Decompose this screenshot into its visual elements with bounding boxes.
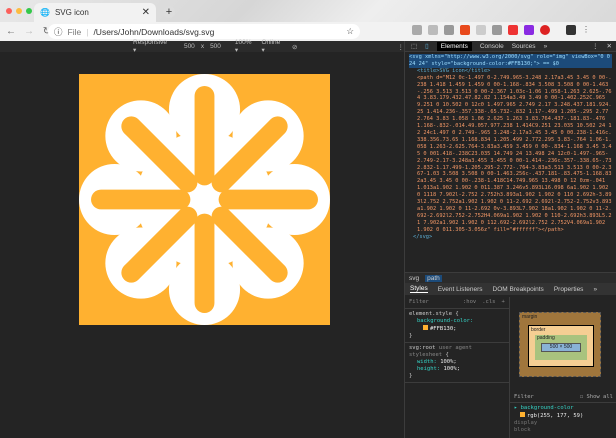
rule-value: 100%; [443,366,461,372]
rule-property: height: [417,366,441,372]
box-model: margin border padding 500 × 500 [519,312,601,377]
color-swatch[interactable] [423,325,428,330]
maximize-window-button[interactable] [26,8,32,14]
svg-canvas [79,74,330,325]
computed-value: rgb(255, 177, 59) [527,413,584,419]
svg-close-node: </svg> [413,233,433,240]
styles-filter-input[interactable]: Filter [409,299,457,306]
computed-filter-input[interactable]: Filter [514,394,534,401]
globe-icon: 🌐 [40,8,50,17]
tab-event-listeners[interactable]: Event Listeners [438,286,483,293]
color-swatch [520,412,525,417]
device-select[interactable]: Responsive ▾ [133,39,170,54]
extension-icon[interactable] [508,25,518,35]
rule-selector: element.style { [409,311,459,317]
breadcrumb-path[interactable]: path [425,274,442,282]
close-devtools-icon[interactable]: ✕ [607,42,612,50]
device-toolbar: Responsive ▾ 500 x 500 100% ▾ Online ▾ ⊘… [0,39,404,54]
content-size: 500 × 500 [541,343,581,352]
rule-value[interactable]: #FFB130; [430,326,457,332]
ua-rule: svg:root user agent stylesheet { width: … [405,343,509,383]
device-icon[interactable]: ▯ [425,42,429,50]
close-window-button[interactable] [6,8,12,14]
close-tab-icon[interactable]: ✕ [142,7,150,18]
profile-avatar[interactable] [566,25,576,35]
tab-sources[interactable]: Sources [512,43,536,50]
rule-value: 100%; [440,359,457,365]
breadcrumb-svg[interactable]: svg [409,275,419,282]
extensions: ⋮ [412,25,590,35]
computed-property[interactable]: background-color [521,405,574,411]
star-icon[interactable]: ☆ [346,26,354,37]
back-icon[interactable]: ← [4,26,18,37]
menu-icon[interactable]: ⋮ [582,25,590,35]
more-subtabs[interactable]: » [593,286,597,293]
extension-icon[interactable] [476,25,486,35]
extension-icon[interactable] [492,25,502,35]
tab-properties[interactable]: Properties [554,286,584,293]
rule-open: { [445,352,449,358]
minimize-window-button[interactable] [16,8,22,14]
url-text: /Users/John/Downloads/svg.svg [93,26,215,37]
forward-icon[interactable]: → [22,26,36,37]
new-tab-button[interactable]: + [163,6,175,18]
tab-bar: 🌐 SVG icon ✕ + [0,0,616,22]
rule-close: } [409,373,413,379]
extension-icon[interactable] [412,25,422,35]
new-rule-button[interactable]: + [502,299,505,306]
flower-icon [79,74,330,325]
tab-title: SVG icon [54,8,89,17]
element-style-rule: element.style { background-color: #FFB13… [405,309,509,343]
address-bar-row: ← → ↻ ⓘ File | /Users/John/Downloads/svg… [0,22,616,41]
dom-tree: <svg xmlns="http://www.w3.org/2000/svg" … [405,52,616,272]
extension-icon[interactable] [444,25,454,35]
tab-styles[interactable]: Styles [410,285,428,293]
computed-property: display [514,420,538,426]
breadcrumb: svg path [405,272,616,283]
browser-tab[interactable]: 🌐 SVG icon ✕ [34,3,156,22]
more-tabs[interactable]: » [544,43,548,50]
tab-elements[interactable]: Elements [436,41,472,51]
styles-pane: Filter :hov .cls + element.style { backg… [405,297,510,438]
rotate-icon[interactable]: ⊘ [292,43,297,51]
cls-button[interactable]: .cls [482,299,495,306]
zoom-select[interactable]: 100% ▾ [235,39,256,54]
rule-selector: svg:root [409,345,436,351]
extension-icon[interactable] [428,25,438,35]
devtools-tabs: ⬚ ▯ Elements Console Sources » ⋮ ✕ [405,41,616,52]
extension-icon[interactable] [540,25,550,35]
margin-label: margin [522,314,538,320]
rule-property[interactable]: background-color: [409,318,505,325]
inspect-icon[interactable]: ⬚ [411,42,417,50]
rule-property: width: [417,359,437,365]
width-input[interactable]: 500 [184,43,195,50]
path-node[interactable]: <path d="M12 0c-1.497 0-2.749.965-3.248 … [409,75,612,234]
show-all-checkbox[interactable]: ☐ Show all [580,394,613,401]
tab-console[interactable]: Console [480,43,504,50]
network-select[interactable]: Online ▾ [261,39,284,54]
extension-icon[interactable] [524,25,534,35]
info-icon: ⓘ [54,26,63,37]
computed-value: block [514,427,531,433]
extension-icon[interactable] [460,25,470,35]
url-scheme: File [67,26,82,37]
title-node[interactable]: <title>SVG icon</title> [409,68,612,75]
url-input[interactable]: ⓘ File | /Users/John/Downloads/svg.svg ☆ [48,24,360,39]
settings-menu-icon[interactable]: ⋮ [592,42,599,50]
computed-pane: Filter ☐ Show all ▸ background-color rgb… [510,392,616,436]
dimension-separator: x [200,43,205,50]
hov-button[interactable]: :hov [463,299,476,306]
devtools-panel: ⬚ ▯ Elements Console Sources » ⋮ ✕ <svg … [404,41,616,438]
border-label: border [531,327,546,333]
tab-dom-breakpoints[interactable]: DOM Breakpoints [493,286,544,293]
rule-close: } [409,333,413,339]
styles-subtabs: Styles Event Listeners DOM Breakpoints P… [405,283,616,295]
svg-node[interactable]: <svg xmlns="http://www.w3.org/2000/svg" … [409,54,612,68]
padding-label: padding [537,335,555,341]
height-input[interactable]: 500 [210,43,221,50]
